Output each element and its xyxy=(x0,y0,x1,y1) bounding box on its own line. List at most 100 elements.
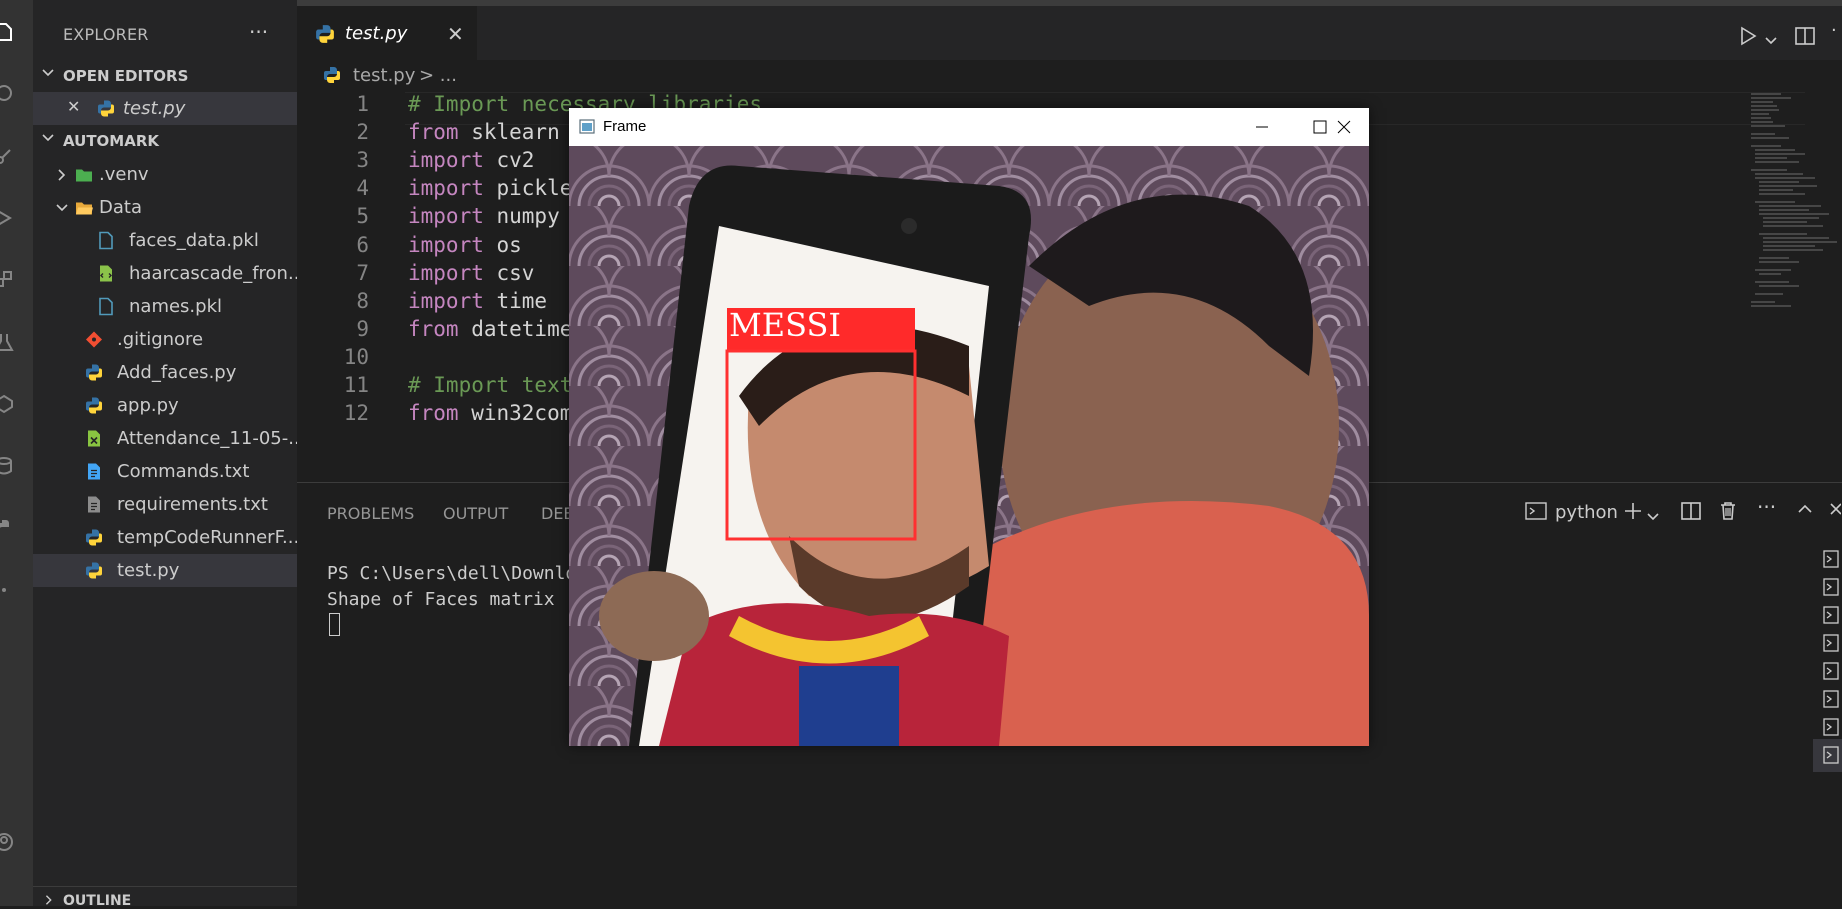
tree-item-label: faces_data.pkl xyxy=(129,230,259,251)
account-icon[interactable] xyxy=(0,832,14,852)
breadcrumb-symbols[interactable]: > ... xyxy=(419,65,457,86)
python-extension-icon[interactable] xyxy=(0,518,14,538)
workspace-header[interactable]: AUTOMARK xyxy=(33,125,297,155)
terminal-instance-icon[interactable] xyxy=(1813,739,1842,772)
editor-more-actions-icon[interactable]: · xyxy=(1831,20,1837,41)
code-line: import pickle xyxy=(408,176,572,200)
face-label-text: MESSI xyxy=(729,306,841,344)
open-editor-label: test.py xyxy=(123,98,186,119)
close-editor-icon[interactable]: ✕ xyxy=(67,97,80,116)
code-token: numpy xyxy=(483,204,560,229)
code-token: csv xyxy=(483,260,535,285)
tree-item-commands[interactable]: Commands.txt xyxy=(33,455,297,488)
tree-item-label: Commands.txt xyxy=(117,461,250,482)
chevron-right-icon xyxy=(45,895,52,905)
extensions-icon[interactable] xyxy=(0,270,14,290)
tree-item-label: requirements.txt xyxy=(117,494,268,515)
tree-item-haarcascade[interactable]: haarcascade_fron... xyxy=(33,257,305,290)
kill-terminal-trash-icon[interactable] xyxy=(1719,501,1737,525)
tab-label: test.py xyxy=(345,23,408,44)
tree-item-add-faces[interactable]: Add_faces.py xyxy=(33,356,297,389)
code-token: time xyxy=(483,288,548,313)
chevron-down-icon xyxy=(42,134,54,142)
tab-close-icon[interactable]: ✕ xyxy=(447,22,464,46)
tree-item-label: .venv xyxy=(99,164,149,185)
code-token: import xyxy=(408,232,484,257)
tree-item-app[interactable]: app.py xyxy=(33,389,297,422)
split-editor-icon[interactable] xyxy=(1795,26,1815,50)
chevron-right-icon xyxy=(58,169,66,181)
line-number: 4 xyxy=(356,176,369,201)
minimize-button[interactable] xyxy=(1233,108,1291,146)
tree-item-label: Attendance_11-05-... xyxy=(117,428,306,449)
tab-problems[interactable]: PROBLEMS xyxy=(327,504,414,523)
python-file-icon xyxy=(86,529,102,546)
run-file-icon[interactable] xyxy=(1739,26,1757,50)
sidebar-more-actions-icon[interactable]: ··· xyxy=(249,20,268,44)
search-icon[interactable] xyxy=(0,84,14,104)
line-number: 2 xyxy=(356,120,369,145)
code-token: win32com xyxy=(458,401,573,426)
terminal-name[interactable]: python xyxy=(1555,502,1618,523)
tree-item-faces-data[interactable]: faces_data.pkl xyxy=(33,224,297,257)
code-line: from datetime xyxy=(408,317,572,341)
source-control-icon[interactable] xyxy=(0,146,14,166)
tree-item-attendance[interactable]: Attendance_11-05-... xyxy=(33,422,305,455)
close-button[interactable] xyxy=(1337,108,1369,146)
python-file-icon xyxy=(86,397,102,414)
requirements-file-icon xyxy=(88,496,100,513)
tree-item-gitignore[interactable]: .gitignore xyxy=(33,323,297,356)
code-token: from xyxy=(408,316,459,341)
code-token: import xyxy=(408,204,484,229)
code-line: import time xyxy=(408,289,547,313)
folder-open-icon xyxy=(76,202,93,215)
terminal-cursor xyxy=(329,613,340,636)
split-terminal-icon[interactable] xyxy=(1681,501,1701,525)
line-number: 8 xyxy=(356,288,369,313)
text-file-icon xyxy=(88,463,100,480)
panel-more-actions-icon[interactable]: ··· xyxy=(1757,495,1776,519)
tree-item-data[interactable]: Data xyxy=(33,191,297,224)
run-debug-icon[interactable] xyxy=(0,208,14,228)
more-icon[interactable] xyxy=(0,580,14,600)
chevron-down-icon xyxy=(56,204,68,212)
open-editors-header[interactable]: OPEN EDITORS xyxy=(33,60,297,90)
tree-item-venv[interactable]: .venv xyxy=(33,158,297,191)
open-editor-item-test-py[interactable]: ✕ test.py xyxy=(33,92,297,125)
chevron-down-icon xyxy=(42,69,54,77)
python-file-icon xyxy=(316,25,334,43)
line-number: 12 xyxy=(343,401,369,426)
testing-icon[interactable] xyxy=(0,332,14,352)
code-token: os xyxy=(483,232,522,257)
tree-item-names[interactable]: names.pkl xyxy=(33,290,297,323)
breadcrumb-file[interactable]: test.py xyxy=(353,65,415,86)
file-icon xyxy=(99,231,113,250)
line-number: 3 xyxy=(356,148,369,173)
outline-header[interactable]: OUTLINE xyxy=(33,886,297,909)
tree-item-test-py[interactable]: test.py xyxy=(33,554,297,587)
maximize-panel-chevron-up-icon[interactable] xyxy=(1797,501,1813,521)
tree-item-label: tempCodeRunnerF... xyxy=(117,527,300,548)
explorer-sidebar: EXPLORER ··· OPEN EDITORS ✕ test.py AUTO… xyxy=(33,0,305,909)
code-token: sklearn xyxy=(458,120,560,145)
line-number: 5 xyxy=(356,204,369,229)
python-file-icon xyxy=(86,562,102,579)
breadcrumb: test.py > ... xyxy=(297,60,1842,92)
close-panel-icon[interactable] xyxy=(1829,501,1842,521)
minimap[interactable] xyxy=(1749,92,1839,332)
run-dropdown-chevron-icon[interactable] xyxy=(1765,31,1777,50)
frame-title-bar[interactable]: Frame xyxy=(569,108,1369,146)
remote-explorer-icon[interactable] xyxy=(0,394,14,414)
code-token: datetime xyxy=(458,316,573,341)
tree-item-requirements[interactable]: requirements.txt xyxy=(33,488,297,521)
xml-file-icon xyxy=(100,265,112,282)
new-terminal-icon[interactable] xyxy=(1623,501,1643,525)
tree-item-temp-code-runner[interactable]: tempCodeRunnerF... xyxy=(33,521,300,554)
frame-window[interactable]: Frame MESSI xyxy=(569,108,1369,746)
tab-output[interactable]: OUTPUT xyxy=(443,504,508,523)
tree-item-label: haarcascade_fron... xyxy=(129,263,306,284)
explorer-icon[interactable] xyxy=(0,22,14,42)
tab-test-py[interactable]: test.py ✕ xyxy=(297,6,477,60)
terminal-dropdown-chevron-icon[interactable] xyxy=(1647,507,1659,526)
database-icon[interactable] xyxy=(0,456,14,476)
